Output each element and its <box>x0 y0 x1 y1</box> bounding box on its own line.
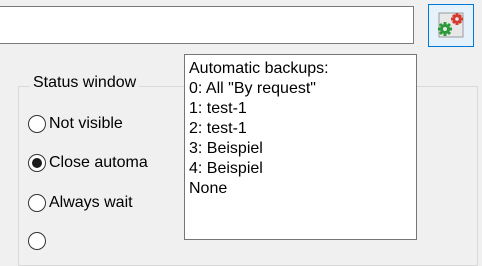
radio-not-visible[interactable]: Not visible <box>28 113 123 135</box>
radio-always-wait[interactable]: Always wait <box>28 192 133 214</box>
radio-close-automatically[interactable]: Close automa <box>28 152 148 174</box>
dropdown-item[interactable]: None <box>189 179 416 199</box>
dropdown-item[interactable]: 4: Beispiel <box>189 159 416 179</box>
radio-label: Always wait <box>49 194 133 211</box>
gears-icon <box>438 12 464 38</box>
dropdown-item[interactable]: 0: All "By request" <box>189 79 416 99</box>
radio-button[interactable] <box>28 194 46 212</box>
radio-selected-dot <box>32 158 42 168</box>
radio-label: Close automa <box>49 154 148 171</box>
dropdown-title: Automatic backups: <box>189 60 329 77</box>
radio-button[interactable] <box>28 154 46 172</box>
dropdown-item[interactable]: 2: test-1 <box>189 119 416 139</box>
path-input[interactable] <box>0 6 414 44</box>
backup-settings-button[interactable] <box>428 4 474 47</box>
radio-option-4[interactable] <box>28 230 49 252</box>
radio-button[interactable] <box>28 115 46 133</box>
dropdown-item[interactable]: 3: Beispiel <box>189 139 416 159</box>
status-window-title: Status window <box>30 74 140 92</box>
dropdown-item[interactable]: 1: test-1 <box>189 99 416 119</box>
radio-label: Not visible <box>49 115 123 132</box>
automatic-backups-dropdown: Automatic backups: 0: All "By request" 1… <box>184 54 417 240</box>
radio-button[interactable] <box>28 232 46 250</box>
